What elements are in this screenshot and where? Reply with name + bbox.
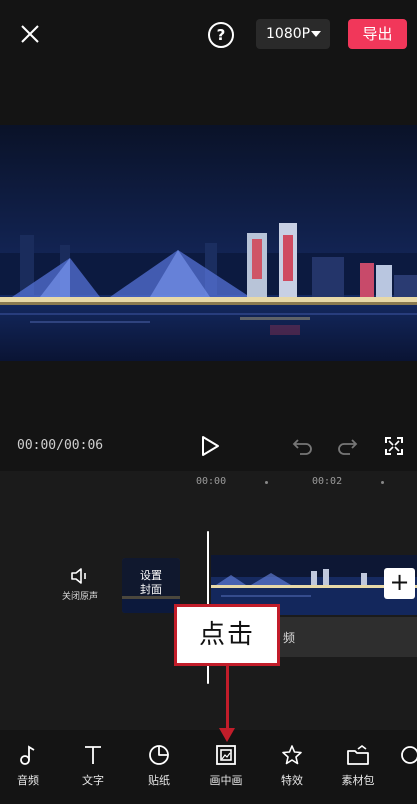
top-bar: ? 1080P 导出 (0, 0, 417, 125)
picture-in-picture-icon (216, 745, 236, 765)
caret-down-icon (311, 31, 321, 37)
ruler-tick-label: 00:00 (196, 476, 227, 487)
cover-label-line2: 封面 (140, 583, 162, 596)
player-controls: 00:00/00:06 (0, 361, 417, 471)
mute-original-audio-button[interactable]: 关闭原声 (58, 567, 102, 602)
tool-label: 特效 (281, 774, 303, 787)
callout-text: 点击 (198, 620, 255, 650)
tool-label: 画中画 (209, 774, 243, 787)
ruler-tick-label: 00:02 (312, 476, 343, 487)
export-button[interactable]: 导出 (348, 19, 407, 49)
resolution-dropdown[interactable]: 1080P (256, 19, 330, 49)
tool-label: 文字 (82, 774, 104, 787)
ruler-dot (265, 481, 268, 484)
resolution-label: 1080P (266, 26, 311, 42)
tutorial-callout: 点击 (174, 604, 280, 666)
tool-text[interactable]: 文字 (65, 744, 121, 788)
play-icon[interactable] (200, 435, 220, 457)
callout-arrow-head (219, 728, 235, 742)
cover-label-line1: 设置 (140, 569, 162, 582)
sticker-icon (149, 745, 169, 765)
tool-audio[interactable]: 音频 (0, 744, 56, 788)
tool-effects[interactable]: 特效 (264, 744, 320, 788)
speaker-icon (71, 568, 86, 584)
tool-label: 贴纸 (148, 774, 170, 787)
tool-picture-in-picture[interactable]: 画中画 (198, 744, 254, 788)
audio-track-label: 频 (283, 631, 296, 645)
preview-image (0, 125, 417, 361)
tool-material-pack[interactable]: 素材包 (330, 744, 386, 788)
material-pack-icon (347, 745, 369, 765)
text-icon (85, 746, 101, 764)
timeline[interactable]: 00:00 00:02 关闭原声 设置 封面 + 频 (0, 471, 417, 730)
callout-arrow-line (226, 666, 229, 732)
ruler-dot (381, 481, 384, 484)
effects-star-icon (282, 745, 302, 765)
bottom-toolbar: 音频 文字 贴纸 画中画 特效 素材包 (0, 730, 417, 804)
tool-label: 音频 (17, 774, 39, 787)
tool-label: 素材包 (341, 774, 375, 787)
partial-tool-icon (401, 746, 417, 764)
playback-time: 00:00/00:06 (17, 438, 104, 453)
tool-partial[interactable] (396, 744, 417, 766)
mute-label: 关闭原声 (61, 592, 98, 602)
close-icon[interactable] (16, 20, 44, 48)
add-clip-button[interactable]: + (384, 568, 415, 599)
undo-icon[interactable] (292, 436, 314, 456)
redo-icon[interactable] (336, 436, 358, 456)
video-preview[interactable] (0, 125, 417, 361)
tool-sticker[interactable]: 贴纸 (131, 744, 187, 788)
music-note-icon (20, 745, 35, 765)
question-circle-icon[interactable]: ? (208, 22, 234, 48)
fullscreen-icon[interactable] (384, 436, 404, 456)
set-cover-button[interactable]: 设置 封面 (122, 558, 180, 613)
